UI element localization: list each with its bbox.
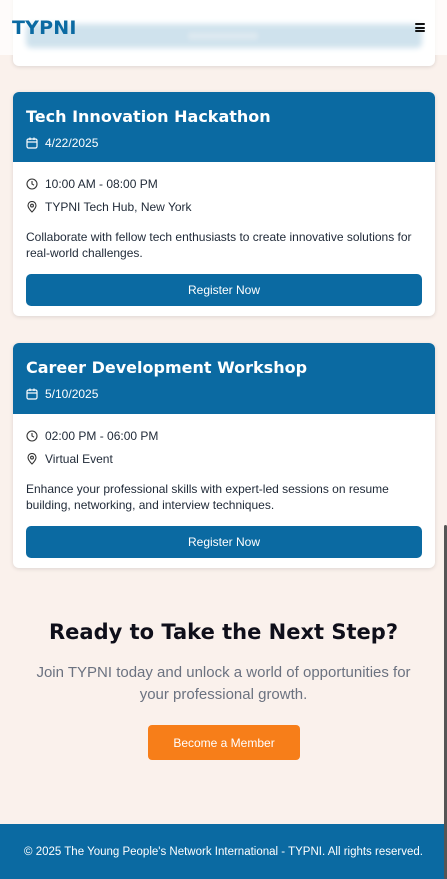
copyright-text: © 2025 The Young People's Network Intern…: [24, 845, 423, 858]
event-title: Tech Innovation Hackathon: [26, 107, 271, 126]
event-card: Tech Innovation Hackathon 4/22/2025 10:0…: [13, 92, 435, 316]
register-now-button[interactable]: Register Now: [26, 274, 422, 306]
location-pin-icon: [26, 201, 38, 213]
calendar-icon: [26, 388, 38, 400]
event-card-header: Career Development Workshop 5/10/2025: [13, 343, 435, 414]
register-now-button[interactable]: Register Now: [26, 526, 422, 558]
clock-icon: [26, 178, 38, 190]
calendar-icon: [26, 137, 38, 149]
clock-icon: [26, 430, 38, 442]
event-title: Career Development Workshop: [26, 358, 308, 377]
event-card-body: 10:00 AM - 08:00 PM TYPNI Tech Hub, New …: [13, 162, 435, 306]
event-description: Collaborate with fellow tech enthusiasts…: [26, 230, 412, 260]
cta-text: Join TYPNI today and unlock a world of o…: [36, 664, 411, 703]
event-location: Virtual Event: [45, 452, 113, 466]
event-time-row: 10:00 AM - 08:00 PM: [26, 177, 422, 191]
event-card-header: Tech Innovation Hackathon 4/22/2025: [13, 92, 435, 162]
event-time: 02:00 PM - 06:00 PM: [45, 429, 159, 443]
location-pin-icon: [26, 453, 38, 465]
event-date-row: 4/22/2025: [26, 136, 422, 150]
event-description: Enhance your professional skills with ex…: [26, 482, 389, 512]
event-card-body: 02:00 PM - 06:00 PM Virtual Event Enhanc…: [13, 414, 435, 558]
event-location: TYPNI Tech Hub, New York: [45, 200, 192, 214]
site-footer: © 2025 The Young People's Network Intern…: [0, 824, 447, 879]
event-date: 5/10/2025: [45, 387, 99, 401]
become-member-button[interactable]: Become a Member: [148, 725, 300, 760]
event-time: 10:00 AM - 08:00 PM: [45, 177, 158, 191]
event-date: 4/22/2025: [45, 136, 99, 150]
cta-title: Ready to Take the Next Step?: [48, 620, 398, 644]
hamburger-menu-icon[interactable]: [415, 23, 425, 32]
logo[interactable]: TYPNI: [12, 17, 77, 39]
event-location-row: Virtual Event: [26, 452, 422, 466]
event-date-row: 5/10/2025: [26, 387, 422, 401]
site-header: TYPNI: [0, 0, 447, 55]
event-location-row: TYPNI Tech Hub, New York: [26, 200, 422, 214]
event-time-row: 02:00 PM - 06:00 PM: [26, 429, 422, 443]
event-card: Career Development Workshop 5/10/2025 02…: [13, 343, 435, 568]
